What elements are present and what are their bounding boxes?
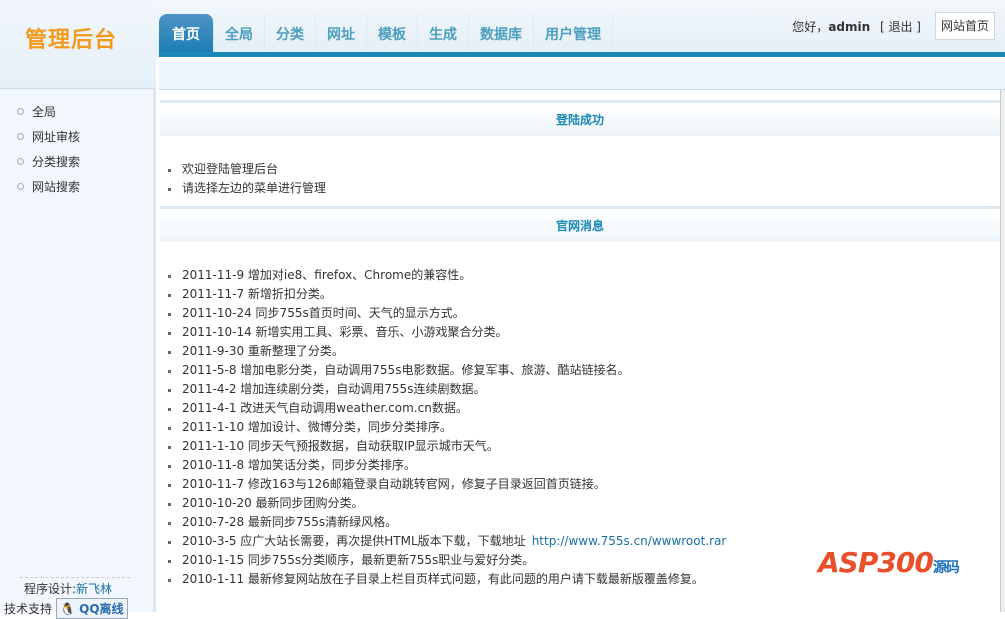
circle-bullet-icon (17, 158, 24, 165)
section-title-news: 官网消息 (160, 206, 1000, 242)
list-item: 请选择左边的菜单进行管理 (168, 179, 1000, 198)
main-content: 登陆成功 欢迎登陆管理后台 请选择左边的菜单进行管理 官网消息 2011-11-… (160, 100, 1000, 589)
support-label: 技术支持 (4, 602, 53, 616)
tab-database[interactable]: 数据库 (469, 14, 534, 53)
logo-area: 管理后台 (0, 0, 156, 88)
list-item: 2010-10-20 最新同步团购分类。 (168, 494, 1000, 513)
qq-status-button[interactable]: 🐧 QQ离线 (56, 598, 128, 619)
sidebar: 全局 网址审核 分类搜索 网站搜索 (0, 88, 156, 612)
logo: 管理后台 (25, 28, 118, 53)
sidebar-item-category-search[interactable]: 分类搜索 (0, 149, 153, 174)
sidebar-item-label: 全局 (32, 105, 57, 119)
circle-bullet-icon (17, 133, 24, 140)
list-item: 2011-5-8 增加电影分类，自动调用755s电影数据。修复军事、旅游、酷站链… (168, 361, 1000, 380)
sidebar-item-global[interactable]: 全局 (0, 99, 153, 124)
list-item: 2010-7-28 最新同步755s清新绿风格。 (168, 513, 1000, 532)
tab-home[interactable]: 首页 (159, 14, 214, 53)
divider (20, 577, 130, 578)
news-text: 2010-3-5 应广大站长需要，再次提供HTML版本下载，下载地址 (182, 534, 526, 548)
scrollbar[interactable] (1000, 90, 1005, 612)
list-item: 2010-11-7 修改163与126邮箱登录自动跳转官网，修复子目录返回首页链… (168, 475, 1000, 494)
list-item: 欢迎登陆管理后台 (168, 160, 1000, 179)
sidebar-item-label: 网址审核 (32, 130, 81, 144)
site-home-button[interactable]: 网站首页 (935, 12, 995, 40)
sub-nav-bar (159, 62, 1005, 90)
circle-bullet-icon (17, 183, 24, 190)
list-item: 2011-1-10 增加设计、微博分类，同步分类排序。 (168, 418, 1000, 437)
tab-users[interactable]: 用户管理 (534, 14, 613, 53)
download-link[interactable]: http://www.755s.cn/wwwroot.rar (532, 534, 727, 548)
list-item: 2011-1-10 同步天气预报数据，自动获取IP显示城市天气。 (168, 437, 1000, 456)
list-item: 2011-11-7 新增折扣分类。 (168, 285, 1000, 304)
section-title-login: 登陆成功 (160, 100, 1000, 136)
credit: 程序设计:新飞林 (24, 580, 112, 597)
list-item: 2011-4-1 改进天气自动调用weather.com.cn数据。 (168, 399, 1000, 418)
list-item: 2011-11-9 增加对ie8、firefox、Chrome的兼容性。 (168, 266, 1000, 285)
list-item: 2010-11-8 增加笑话分类，同步分类排序。 (168, 456, 1000, 475)
sidebar-item-label: 网站搜索 (32, 180, 81, 194)
list-item: 2011-9-30 重新整理了分类。 (168, 342, 1000, 361)
sidebar-item-url-review[interactable]: 网址审核 (0, 124, 153, 149)
tab-template[interactable]: 模板 (367, 14, 418, 53)
credit-label: 程序设计: (24, 582, 77, 596)
sidebar-item-site-search[interactable]: 网站搜索 (0, 174, 153, 199)
top-nav: 首页 全局 分类 网址 模板 生成 数据库 用户管理 您好，admin [ 退出… (156, 0, 1005, 57)
circle-bullet-icon (17, 108, 24, 115)
tab-underline (159, 52, 1005, 57)
username: admin (828, 20, 871, 34)
tab-url[interactable]: 网址 (316, 14, 367, 53)
sidebar-item-label: 分类搜索 (32, 155, 81, 169)
qq-label: QQ离线 (79, 602, 124, 616)
logout-link[interactable]: [ 退出 ] (880, 20, 921, 34)
welcome-list: 欢迎登陆管理后台 请选择左边的菜单进行管理 (160, 160, 1000, 198)
support: 技术支持 🐧 QQ离线 (4, 598, 128, 619)
list-item: 2011-10-14 新增实用工具、彩票、音乐、小游戏聚合分类。 (168, 323, 1000, 342)
greeting: 您好， (792, 20, 829, 34)
tab-global[interactable]: 全局 (214, 14, 265, 53)
news-list: 2011-11-9 增加对ie8、firefox、Chrome的兼容性。 2011… (160, 266, 1000, 589)
tab-category[interactable]: 分类 (265, 14, 316, 53)
tab-bar: 首页 全局 分类 网址 模板 生成 数据库 用户管理 (159, 14, 613, 53)
credit-link[interactable]: 新飞林 (76, 582, 112, 596)
user-info: 您好，admin [ 退出 ] (792, 18, 921, 35)
list-item: 2011-4-2 增加连续剧分类，自动调用755s连续剧数据。 (168, 380, 1000, 399)
list-item: 2011-10-24 同步755s首页时间、天气的显示方式。 (168, 304, 1000, 323)
tab-generate[interactable]: 生成 (418, 14, 469, 53)
watermark-logo: ASP300源码 (818, 546, 960, 579)
